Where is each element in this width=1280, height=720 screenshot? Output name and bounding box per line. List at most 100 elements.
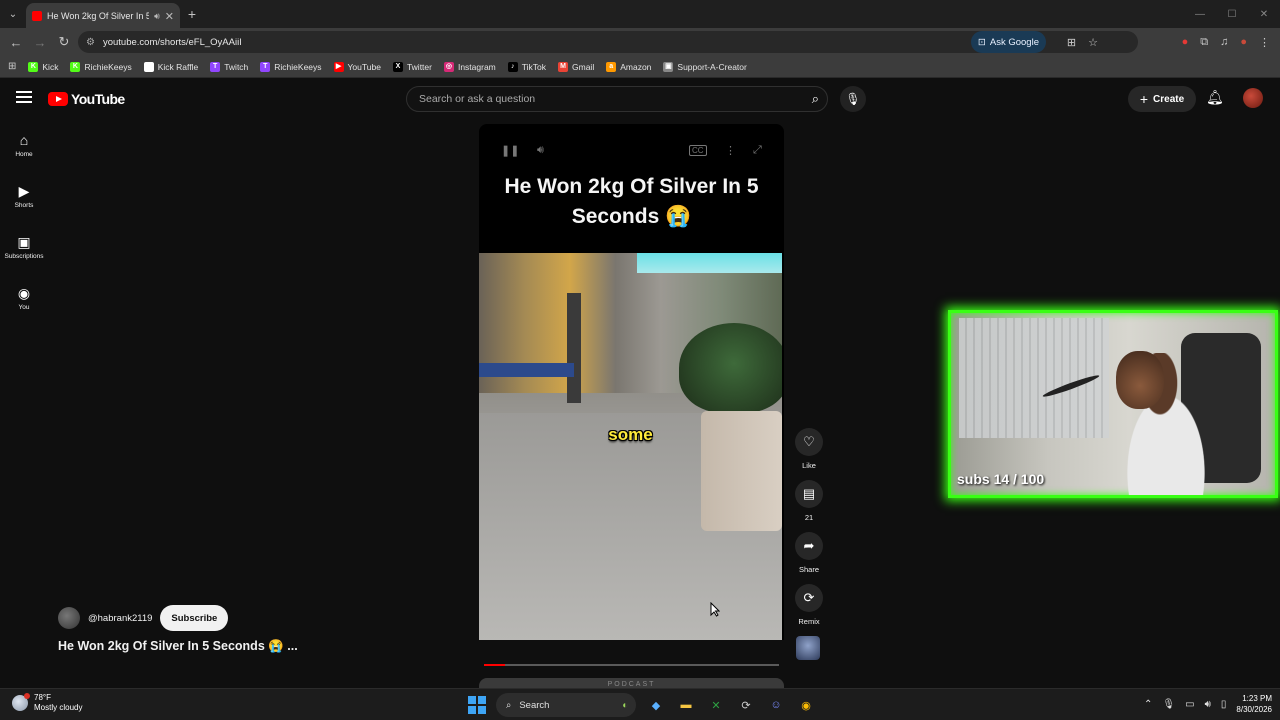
copilot-icon[interactable]: ◆ — [646, 695, 666, 715]
forward-icon[interactable]: → — [28, 30, 52, 54]
close-window-icon[interactable]: ✕ — [1248, 0, 1280, 28]
like-action: ♡ Like — [792, 428, 826, 480]
clock[interactable]: 1:23 PM 8/30/2026 — [1236, 693, 1272, 715]
voice-search-mic-icon[interactable]: 🎙︎ — [840, 86, 866, 112]
channel-handle[interactable]: @habrank2119 — [88, 613, 152, 624]
bookmark-label: TikTok — [521, 61, 547, 72]
volume-icon[interactable]: 🔊︎ — [537, 144, 544, 157]
notifications-bell-icon[interactable]: 🔔︎ — [1206, 89, 1224, 106]
taskbar-apps: ⌕ Search ◐ ◆ ▬ ✕ ⟳ ☺ ◉ — [468, 693, 816, 717]
apps-grid-icon[interactable]: ⊞ — [8, 61, 16, 72]
fullscreen-icon[interactable]: ⤢ — [753, 144, 762, 157]
tab-search-menu-icon[interactable]: ⌄ — [0, 0, 26, 28]
new-tab-button[interactable]: + — [180, 6, 204, 22]
chrome-icon[interactable]: ◉ — [796, 695, 816, 715]
more-options-icon[interactable]: ⋮ — [725, 144, 736, 157]
back-icon[interactable]: ← — [4, 30, 28, 54]
reload-icon[interactable]: ↻ — [52, 30, 76, 54]
install-app-icon[interactable]: ⊞ — [1067, 36, 1076, 49]
minimize-icon[interactable]: — — [1184, 0, 1216, 28]
bookmark-support-a-creator[interactable]: ▣ Support-A-Creator — [663, 61, 747, 72]
comments-button[interactable]: ▤ — [795, 480, 823, 508]
omnibox[interactable]: ⚙ youtube.com/shorts/eFL_OyAAiiI ⊡ Ask G… — [78, 31, 1138, 53]
comments-action: ▤ 21 — [792, 480, 826, 532]
search-input[interactable]: Search or ask a question ⌕ — [406, 86, 828, 112]
bookmark-label: YouTube — [347, 61, 381, 72]
bookmark-label: Kick — [42, 61, 59, 72]
search-icon[interactable]: ⌕ — [812, 91, 819, 107]
share-button[interactable]: ➦ — [795, 532, 823, 560]
menu-hamburger-icon[interactable] — [16, 91, 32, 107]
bookmark-tiktok[interactable]: ♪ TikTok — [507, 61, 547, 72]
bookmark-gmail[interactable]: M Gmail — [558, 61, 595, 72]
browser-menu-icon[interactable]: ⋮ — [1259, 36, 1270, 49]
maximize-icon[interactable]: ☐ — [1216, 0, 1248, 28]
next-short-preview[interactable]: PODCAST — [479, 678, 784, 688]
remix-label: Remix — [798, 617, 820, 626]
create-button[interactable]: + Create — [1128, 86, 1196, 112]
channel-avatar[interactable] — [58, 607, 80, 629]
sidebar-item-subscriptions[interactable]: ▣ Subscriptions — [0, 221, 48, 272]
shorts-player[interactable]: ❚❚ 🔊︎ CC ⋮ ⤢ He Won 2kg Of Silver In 5 S… — [479, 124, 784, 640]
subs-goal-text: subs 14 / 100 — [957, 471, 1045, 487]
like-button[interactable]: ♡ — [795, 428, 823, 456]
comments-label: 21 — [804, 513, 814, 522]
bookmark-favicon-icon: T — [260, 61, 271, 72]
windows-start-icon[interactable] — [468, 696, 486, 714]
network-icon[interactable]: ▭ — [1185, 699, 1194, 710]
youtube-logo[interactable]: YouTube — [48, 91, 125, 107]
bookmark-richiekeeys[interactable]: T RichieKeeys — [260, 61, 322, 72]
file-explorer-icon[interactable]: ▬ — [676, 695, 696, 715]
tab-audio-icon[interactable]: 🔊︎ — [154, 11, 160, 22]
bookmark-label: Gmail — [572, 61, 595, 72]
bookmark-favicon-icon: T — [210, 61, 221, 72]
sidebar-item-home[interactable]: ⌂ Home — [0, 119, 48, 170]
url-text[interactable]: youtube.com/shorts/eFL_OyAAiiI — [103, 37, 242, 48]
sidebar-item-shorts[interactable]: ▶ Shorts — [0, 170, 48, 221]
microphone-icon[interactable]: 🎙︎ — [1162, 699, 1175, 710]
site-info-icon[interactable]: ⚙ — [86, 37, 95, 48]
battery-icon[interactable]: ▯ — [1221, 699, 1227, 710]
bookmark-youtube[interactable]: ▶ YouTube — [333, 61, 381, 72]
sidebar-item-you[interactable]: ◉ You — [0, 272, 48, 323]
weather-widget[interactable]: 78°F Mostly cloudy — [12, 693, 82, 713]
bookmark-twitch[interactable]: T Twitch — [210, 61, 248, 72]
browser-tab-active[interactable]: He Won 2kg Of Silver In 5 S 🔊︎ ✕ — [26, 3, 180, 29]
taskbar-search[interactable]: ⌕ Search ◐ — [496, 693, 636, 717]
bookmark-label: Twitter — [406, 61, 432, 72]
app-notification-icon[interactable]: ⟳ — [736, 695, 756, 715]
discord-icon[interactable]: ☺ — [766, 695, 786, 715]
subscribe-button[interactable]: Subscribe — [160, 605, 229, 631]
media-control-icon[interactable]: ♫ — [1220, 36, 1228, 48]
video-caption: some — [608, 425, 653, 444]
bookmark-favicon-icon: ◎ — [443, 61, 454, 72]
sidebar: ⌂ Home ▶ Shorts ▣ Subscriptions ◉ You — [0, 119, 48, 323]
video-progress-bar[interactable] — [484, 664, 779, 666]
bookmark-label: RichieKeeys — [84, 61, 132, 72]
bookmark-kick[interactable]: K Kick — [28, 61, 59, 72]
ask-google-button[interactable]: ⊡ Ask Google — [970, 31, 1046, 53]
extensions-puzzle-icon[interactable]: ⧉ — [1200, 36, 1208, 49]
bookmark-richiekeeys[interactable]: K RichieKeeys — [70, 61, 132, 72]
bookmark-instagram[interactable]: ◎ Instagram — [443, 61, 496, 72]
bookmark-star-icon[interactable]: ☆ — [1088, 36, 1098, 49]
youtube-play-logo-icon — [48, 92, 68, 106]
remix-button[interactable]: ⟳ — [795, 584, 823, 612]
sound-source-avatar[interactable] — [796, 636, 820, 660]
captions-icon[interactable]: CC — [689, 144, 707, 156]
bookmark-kick-raffle[interactable]: ◆ Kick Raffle — [143, 61, 198, 72]
youtube-favicon-icon — [32, 11, 42, 21]
video-title[interactable]: He Won 2kg Of Silver In 5 Seconds 😭 ... — [58, 639, 298, 654]
tab-close-icon[interactable]: ✕ — [165, 10, 174, 23]
pause-icon[interactable]: ❚❚ — [501, 144, 519, 157]
xbox-icon[interactable]: ✕ — [706, 695, 726, 715]
tray-overflow-icon[interactable]: ⌃ — [1144, 699, 1152, 710]
subscriptions-icon: ▣ — [17, 233, 31, 250]
bookmark-twitter[interactable]: X Twitter — [392, 61, 432, 72]
extension-record-icon[interactable]: ● — [1182, 36, 1189, 48]
bookmark-amazon[interactable]: a Amazon — [606, 61, 651, 72]
speaker-icon[interactable]: 🔊︎ — [1205, 699, 1211, 710]
profile-avatar-icon[interactable]: ● — [1240, 36, 1247, 48]
plus-icon: + — [1139, 91, 1149, 107]
account-avatar[interactable] — [1243, 88, 1263, 108]
